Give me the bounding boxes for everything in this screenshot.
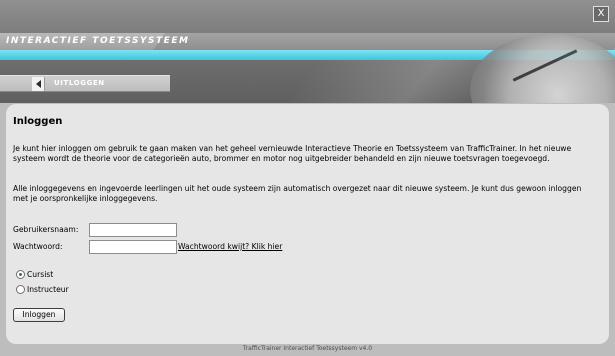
logout-button[interactable]: UITLOGGEN — [0, 75, 170, 92]
radio-selected-icon[interactable] — [16, 270, 25, 279]
password-label: Wachtwoord: — [13, 242, 63, 251]
radio-unselected-icon[interactable] — [16, 285, 25, 294]
app-header: INTERACTIEF TOETSSYSTEEM X UITLOGGEN — [0, 0, 615, 103]
back-arrow-icon — [32, 77, 45, 91]
logout-label: UITLOGGEN — [54, 79, 105, 87]
app-title: INTERACTIEF TOETSSYSTEEM — [6, 36, 190, 46]
username-input[interactable] — [89, 223, 177, 237]
role-label-instructeur: Instructeur — [27, 285, 69, 294]
forgot-password-link[interactable]: Wachtwoord kwijt? Klik hier — [178, 242, 282, 251]
footer-version: TrafficTrainer Interactief Toetssysteem … — [242, 345, 373, 352]
password-input[interactable] — [89, 240, 177, 254]
login-submit-button[interactable]: Inloggen — [13, 308, 65, 322]
header-top-band — [0, 0, 615, 33]
migration-paragraph: Alle inloggegevens en ingevoerde leerlin… — [13, 184, 582, 203]
username-label: Gebruikersnaam: — [13, 225, 79, 234]
role-label-cursist: Cursist — [27, 270, 54, 279]
intro-paragraph: Je kunt hier inloggen om gebruik te gaan… — [13, 144, 572, 163]
login-panel: Inloggen Je kunt hier inloggen om gebrui… — [6, 104, 609, 344]
close-button[interactable]: X — [593, 6, 609, 22]
page-title: Inloggen — [13, 116, 63, 127]
